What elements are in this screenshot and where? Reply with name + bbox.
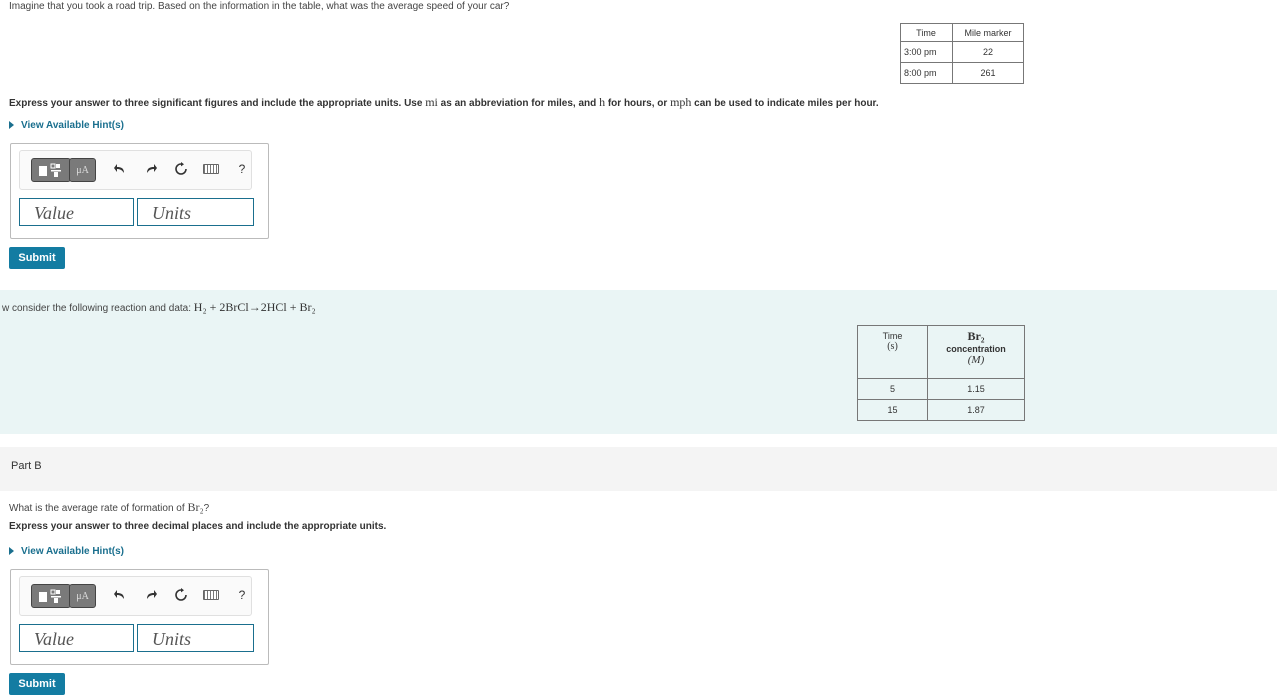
- concentration-table: Time (s) Br₂ concentration (M) 5 1.15 15…: [857, 325, 1025, 421]
- mile-marker-table: Time Mile marker 3:00 pm 22 8:00 pm 261: [900, 23, 1024, 84]
- instructions-part-a: Express your answer to three significant…: [9, 95, 879, 109]
- table-cell: 261: [952, 62, 1024, 84]
- submit-button-part-a[interactable]: Submit: [9, 247, 65, 269]
- table-header-br2-concentration: Br₂ concentration (M): [927, 325, 1025, 379]
- table-cell: 8:00 pm: [900, 62, 953, 84]
- table-row: 15 1.87: [857, 399, 1025, 421]
- reset-icon[interactable]: [173, 158, 189, 180]
- templates-icon: [39, 163, 61, 177]
- table-cell: 5: [857, 378, 928, 400]
- templates-button[interactable]: [31, 158, 71, 182]
- part-b-header: Part B: [0, 447, 1277, 491]
- reaction-intro: w consider the following reaction and da…: [2, 300, 316, 314]
- reaction-info-panel: w consider the following reaction and da…: [0, 290, 1277, 434]
- part-b-title: Part B: [11, 460, 42, 472]
- reset-icon[interactable]: [173, 584, 189, 606]
- view-hints-link-part-a[interactable]: View Available Hint(s): [9, 120, 124, 131]
- question-text-part-a: Imagine that you took a road trip. Based…: [9, 1, 510, 12]
- caret-right-icon: [9, 547, 14, 555]
- units-input[interactable]: Units: [137, 198, 254, 226]
- help-button[interactable]: ?: [234, 584, 250, 606]
- value-input[interactable]: Value: [19, 624, 134, 652]
- table-row: 8:00 pm 261: [900, 62, 1024, 84]
- help-button[interactable]: ?: [234, 158, 250, 180]
- undo-icon[interactable]: [112, 158, 128, 180]
- answer-box-part-b: μA ? Value Units: [10, 569, 269, 665]
- keyboard-icon: [203, 164, 219, 174]
- math-toolbar: μA ?: [19, 150, 252, 190]
- view-hints-link-part-b[interactable]: View Available Hint(s): [9, 546, 124, 557]
- table-row: 3:00 pm 22: [900, 41, 1024, 63]
- units-symbol-button[interactable]: μA: [69, 158, 96, 182]
- units-input[interactable]: Units: [137, 624, 254, 652]
- math-toolbar: μA ?: [19, 576, 252, 616]
- table-header-time: Time: [900, 23, 953, 42]
- keyboard-icon: [203, 590, 219, 600]
- table-cell: 1.87: [927, 399, 1025, 421]
- redo-icon[interactable]: [143, 158, 159, 180]
- caret-right-icon: [9, 121, 14, 129]
- table-cell: 22: [952, 41, 1024, 63]
- table-header-mile-marker: Mile marker: [952, 23, 1024, 42]
- table-header-time: Time (s): [857, 325, 928, 379]
- undo-icon[interactable]: [112, 584, 128, 606]
- reaction-equation: H₂ + 2BrCl→2HCl + Br₂: [193, 300, 316, 314]
- table-cell: 15: [857, 399, 928, 421]
- table-row: 5 1.15: [857, 378, 1025, 400]
- question-text-part-b: What is the average rate of formation of…: [9, 500, 210, 514]
- templates-button[interactable]: [31, 584, 71, 608]
- table-cell: 1.15: [927, 378, 1025, 400]
- instructions-part-b: Express your answer to three decimal pla…: [9, 521, 387, 532]
- answer-box-part-a: μA ? Value Units: [10, 143, 269, 239]
- units-symbol-button[interactable]: μA: [69, 584, 96, 608]
- keyboard-shortcuts-button[interactable]: [202, 584, 220, 606]
- table-cell: 3:00 pm: [900, 41, 953, 63]
- value-input[interactable]: Value: [19, 198, 134, 226]
- keyboard-shortcuts-button[interactable]: [202, 158, 220, 180]
- redo-icon[interactable]: [143, 584, 159, 606]
- templates-icon: [39, 589, 61, 603]
- submit-button-part-b[interactable]: Submit: [9, 673, 65, 695]
